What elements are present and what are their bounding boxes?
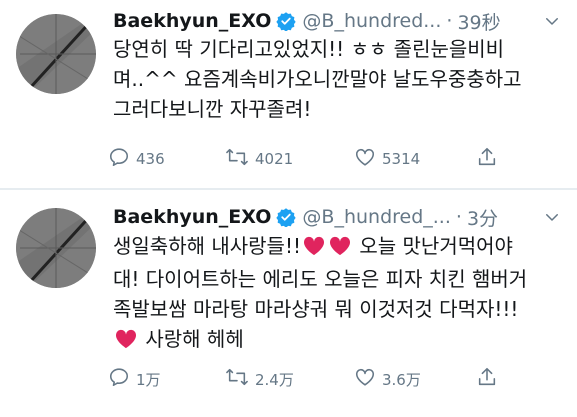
reply-button[interactable]: 436 — [108, 147, 165, 171]
retweet-count: 2.4万 — [255, 370, 294, 389]
retweet-button[interactable]: 4021 — [225, 147, 293, 171]
heart-emoji — [115, 327, 137, 357]
tweet[interactable]: Baekhyun_EXO @B_hundred_... · 3分 생일축하해 내… — [0, 190, 577, 417]
tweet-actions: 1万 2.4万 3.6万 — [108, 367, 568, 391]
reply-count: 1万 — [136, 370, 161, 389]
dot-separator: · — [446, 10, 453, 32]
author-name[interactable]: Baekhyun_EXO — [113, 10, 271, 32]
chevron-down-icon[interactable] — [539, 204, 565, 230]
reply-icon — [108, 366, 130, 392]
heart-emoji — [303, 234, 325, 264]
like-icon — [354, 146, 376, 172]
reply-icon — [108, 146, 130, 172]
tweet-header: Baekhyun_EXO @B_hundred_... · 3分 — [113, 202, 498, 232]
retweet-icon — [225, 146, 249, 172]
tweet[interactable]: Baekhyun_EXO @B_hundred... · 39秒 당연히 딱 기… — [0, 0, 577, 189]
share-icon — [476, 146, 498, 172]
tweet-text: 당연히 딱 기다리고있었지!! ㅎㅎ 졸린눈을비비 며..^^ 요즘계속비가오니… — [113, 34, 563, 124]
tweet-text-segment: 생일축하해 내사랑들!! — [113, 234, 301, 258]
like-count: 3.6万 — [382, 370, 421, 389]
author-handle[interactable]: @B_hundred_... — [302, 206, 450, 228]
like-count: 5314 — [382, 150, 421, 168]
tweet-text-line: 생일축하해 내사랑들!! 오늘 맛난거먹어야 — [113, 231, 563, 264]
retweet-count: 4021 — [255, 150, 294, 168]
avatar[interactable] — [16, 208, 96, 288]
share-button[interactable] — [476, 367, 498, 391]
tweet-text-line: 사랑해 헤헤 — [113, 324, 563, 357]
tweet-time[interactable]: 39秒 — [457, 8, 500, 35]
tweet-text-segment: 오늘 맛난거먹어야 — [353, 234, 513, 258]
tweet-text-line: 당연히 딱 기다리고있었지!! ㅎㅎ 졸린눈을비비 — [113, 37, 505, 61]
author-handle[interactable]: @B_hundred... — [302, 10, 441, 32]
tweet-text-segment: 사랑해 헤헤 — [139, 327, 244, 351]
tweet-text: 생일축하해 내사랑들!! 오늘 맛난거먹어야 대! 다이어트하는 에리도 오늘은… — [113, 231, 563, 357]
dot-separator: · — [455, 206, 462, 228]
tweet-actions: 436 4021 5314 — [108, 147, 568, 171]
like-icon — [354, 366, 376, 392]
heart-emoji — [329, 234, 351, 264]
author-name[interactable]: Baekhyun_EXO — [113, 206, 271, 228]
avatar[interactable] — [16, 14, 96, 94]
chevron-down-icon[interactable] — [539, 8, 565, 34]
retweet-icon — [225, 366, 249, 392]
verified-badge-icon — [276, 207, 297, 227]
tweet-time[interactable]: 3分 — [467, 204, 498, 231]
reply-button[interactable]: 1万 — [108, 367, 161, 391]
like-button[interactable]: 5314 — [354, 147, 420, 171]
tweet-header: Baekhyun_EXO @B_hundred... · 39秒 — [113, 6, 501, 36]
verified-badge-icon — [276, 11, 297, 31]
tweet-text-line: 그러다보니깐 자꾸졸려! — [113, 97, 312, 121]
like-button[interactable]: 3.6万 — [354, 367, 421, 391]
share-button[interactable] — [476, 147, 498, 171]
tweet-text-line: 족발보쌈 마라탕 마라샹궈 뭐 이것저것 다먹자!!! — [113, 297, 519, 321]
share-icon — [476, 366, 498, 392]
reply-count: 436 — [136, 150, 165, 168]
tweet-text-line: 대! 다이어트하는 에리도 오늘은 피자 치킨 햄버거 — [113, 267, 528, 291]
tweet-text-line: 며..^^ 요즘계속비가오니깐말야 날도우중충하고 — [113, 67, 522, 91]
retweet-button[interactable]: 2.4万 — [225, 367, 294, 391]
